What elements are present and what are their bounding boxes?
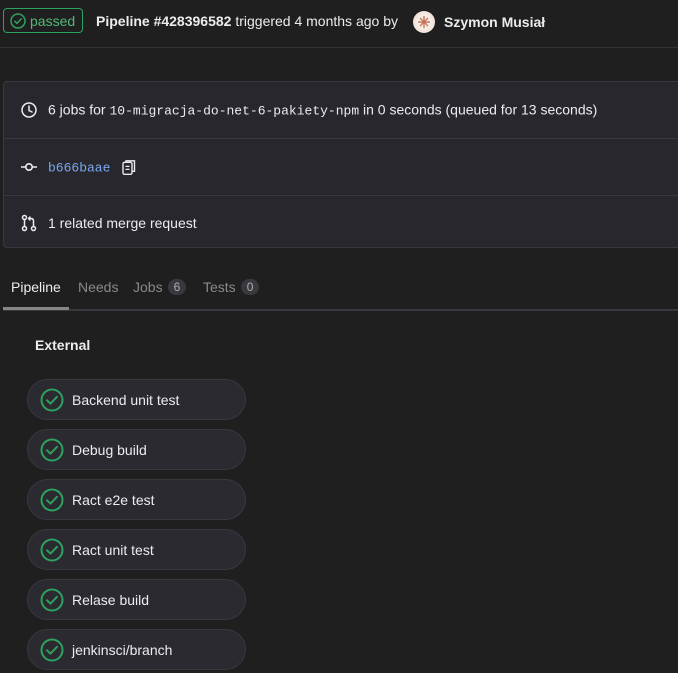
tab-label: Pipeline [11, 279, 61, 295]
pipeline-title: Pipeline #428396582 triggered 4 months a… [96, 13, 398, 29]
tab-pipeline[interactable]: Pipeline [11, 279, 61, 295]
tab-label: Jobs [133, 279, 163, 295]
commit-icon [21, 163, 37, 172]
pipeline-id: Pipeline #428396582 [96, 13, 232, 29]
status-badge-label: passed [30, 12, 76, 29]
branch-name[interactable]: 10-migracja-do-net-6-pakiety-npm [109, 104, 359, 119]
stage-title: External [35, 337, 91, 353]
commit-info: b666baae [48, 158, 136, 175]
check-circle-icon [10, 12, 26, 29]
status-badge[interactable]: passed [3, 8, 83, 33]
merge-request-row: 1 related merge request [4, 195, 678, 251]
commit-sha-link[interactable]: b666baae [48, 160, 110, 175]
tests-count-badge: 0 [240, 279, 260, 295]
clock-icon [21, 102, 37, 118]
header-divider [0, 47, 678, 48]
commit-row: b666baae [4, 139, 678, 195]
tab-needs[interactable]: Needs [78, 279, 118, 295]
pipeline-tabs: Pipeline Needs Jobs 6 Tests 0 [3, 268, 678, 310]
check-circle-icon [40, 438, 64, 462]
check-circle-icon [40, 488, 64, 512]
job-label: Ract unit test [72, 542, 154, 558]
job-label: Backend unit test [72, 392, 180, 408]
job-label: Ract e2e test [72, 492, 155, 508]
pipeline-info-box: 6 jobs for 10-migracja-do-net-6-pakiety-… [3, 81, 678, 248]
tab-label: Needs [78, 279, 119, 295]
author-name[interactable]: Szymon Musiał [444, 14, 545, 30]
pipeline-header: passed Pipeline #428396582 triggered 4 m… [0, 0, 678, 46]
avatar[interactable] [413, 11, 435, 33]
tab-tests[interactable]: Tests 0 [203, 279, 260, 295]
jobs-suffix: in 0 seconds (queued for 13 seconds) [363, 101, 598, 118]
jobs-count-badge: 6 [167, 279, 187, 295]
job-jenkinsci-branch[interactable]: jenkinsci/branch [27, 629, 246, 670]
tab-label: Tests [203, 279, 236, 295]
jobs-summary-row: 6 jobs for 10-migracja-do-net-6-pakiety-… [4, 82, 678, 138]
job-ract-unit-test[interactable]: Ract unit test [27, 529, 246, 570]
jobs-summary: 6 jobs for 10-migracja-do-net-6-pakiety-… [48, 102, 597, 119]
active-tab-indicator [3, 307, 69, 310]
merge-request-link[interactable]: 1 related merge request [48, 215, 197, 231]
job-relase-build[interactable]: Relase build [27, 579, 246, 620]
job-backend-unit-test[interactable]: Backend unit test [27, 379, 246, 420]
tabs-divider [3, 309, 678, 311]
copy-icon[interactable] [122, 160, 136, 176]
avatar-pattern-icon [416, 14, 432, 30]
job-debug-build[interactable]: Debug build [27, 429, 246, 470]
triggered-text: triggered 4 months ago by [235, 13, 398, 29]
check-circle-icon [40, 388, 64, 412]
job-label: Relase build [72, 592, 150, 608]
tab-jobs[interactable]: Jobs 6 [133, 279, 187, 295]
job-label: Debug build [72, 442, 147, 458]
job-ract-e2e-test[interactable]: Ract e2e test [27, 479, 246, 520]
check-circle-icon [40, 538, 64, 562]
check-circle-icon [40, 588, 64, 612]
jobs-prefix: 6 jobs for [48, 101, 106, 118]
job-label: jenkinsci/branch [72, 642, 173, 658]
check-circle-icon [40, 638, 64, 662]
merge-request-icon [21, 214, 37, 232]
